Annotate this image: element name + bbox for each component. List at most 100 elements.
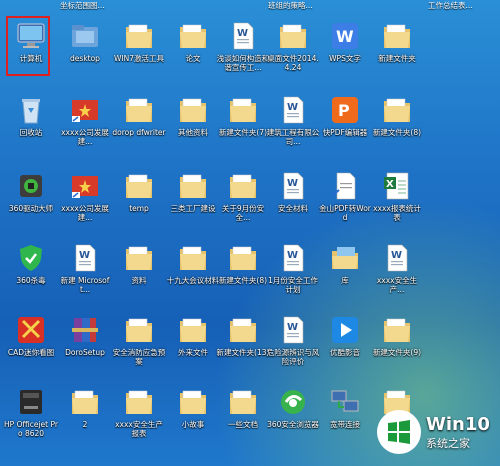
folder-icon <box>380 20 414 52</box>
desktop-icon-item[interactable]: W 危险源辨识与风险评价 <box>266 312 320 372</box>
folder-icon <box>226 242 260 274</box>
desktop-icon-label: 十九大会议材料 <box>166 276 220 285</box>
desktop-icon-item[interactable]: dorop dfwriter <box>112 92 166 152</box>
desktop-icon-label: 新建文件夹(8) <box>372 128 422 137</box>
desktop-icon-item[interactable]: W WPS文字 <box>318 18 372 78</box>
word-doc-icon: W <box>226 20 260 52</box>
browser-icon <box>276 386 310 418</box>
folder-icon <box>176 242 210 274</box>
svg-text:W: W <box>287 102 298 113</box>
desktop-icon-item[interactable]: W 浅谈如何构造和谐宣传工... <box>216 18 270 78</box>
folder-icon <box>276 20 310 52</box>
desktop-icon-label: 回收站 <box>19 128 43 137</box>
desktop-icon-label: 新建文件夹(8) <box>218 276 268 285</box>
desktop-icon-item[interactable]: DoroSetup <box>58 312 112 372</box>
partial-label-1: 坐标范围图... <box>60 1 105 10</box>
folder-icon <box>226 94 260 126</box>
desktop-icon-label: 三类工厂建设 <box>170 204 216 213</box>
desktop-icon-item[interactable]: 关于9月份安全... <box>216 168 270 228</box>
desktop-icon-item[interactable]: P 快PDF编辑器 <box>318 92 372 152</box>
desktop-icon-label: dorop dfwriter <box>112 128 166 137</box>
desktop-icon-item[interactable]: 论文 <box>166 18 220 78</box>
desktop-icon-item[interactable]: W 1月份安全工作计划 <box>266 240 320 300</box>
folder-icon <box>122 242 156 274</box>
desktop-icon-label: xxxx公司发展建... <box>61 204 109 222</box>
desktop-icon-item[interactable]: 2 <box>58 384 112 444</box>
desktop-icon-item[interactable]: HP Officejet Pro 8620 <box>4 384 58 444</box>
desktop-icon-item[interactable]: temp <box>112 168 166 228</box>
desktop-icon-item[interactable]: W 安全材料 <box>266 168 320 228</box>
desktop-icon-label: 一些文档 <box>228 420 258 429</box>
video-player-icon <box>328 314 362 346</box>
desktop-icon-item[interactable]: 宽带连接 <box>318 384 372 444</box>
desktop-icon-item[interactable]: 新建文件夹 <box>370 18 424 78</box>
svg-text:W: W <box>287 178 298 189</box>
desktop-icon-item[interactable]: 三类工厂建设 <box>166 168 220 228</box>
desktop-icon-item[interactable]: 一些文档 <box>216 384 270 444</box>
desktop-icon-item[interactable]: 资料 <box>112 240 166 300</box>
desktop-icon-item[interactable]: 新建文件夹(9) <box>370 312 424 372</box>
desktop-icon-item[interactable]: W 建筑工程有限公司... <box>266 92 320 152</box>
desktop-icon-item[interactable]: 十九大会议材料 <box>166 240 220 300</box>
desktop-icon-label: desktop <box>70 54 100 63</box>
desktop-icon-label: 2 <box>82 420 88 429</box>
desktop-icon-item[interactable]: 360安全浏览器 <box>266 384 320 444</box>
svg-text:P: P <box>338 101 350 120</box>
word-doc-icon: W <box>380 242 414 274</box>
desktop-icon-item[interactable]: 其他资料 <box>166 92 220 152</box>
desktop-icon-label: 库 <box>341 276 349 285</box>
desktop-icon-label: 论文 <box>185 54 201 63</box>
watermark: Win10 系统之家 <box>376 402 494 462</box>
desktop-icon-item[interactable]: Xxxxx报表统计表 <box>370 168 424 228</box>
desktop-icon-item[interactable]: 新建文件夹(8) <box>370 92 424 152</box>
desktop-icon-label: 安全材料 <box>278 204 308 213</box>
folder-icon <box>380 94 414 126</box>
desktop-icon-label: 桌面文件2014.4.24 <box>267 54 319 72</box>
folder-icon <box>122 94 156 126</box>
folder-icon <box>122 170 156 202</box>
cad-viewer-icon <box>14 314 48 346</box>
desktop-icon-item[interactable]: 桌面文件2014.4.24 <box>266 18 320 78</box>
desktop-icon-item[interactable]: desktop <box>58 18 112 78</box>
win10-logo-icon <box>377 410 421 454</box>
desktop-icon-item[interactable]: xxxx安全生产报表 <box>112 384 166 444</box>
desktop-icon-item[interactable]: 小故事 <box>166 384 220 444</box>
desktop-icon-label: 建筑工程有限公司... <box>266 128 320 146</box>
desktop-icon-item[interactable]: WIN7激活工具 <box>112 18 166 78</box>
desktop-icon-label: 浅谈如何构造和谐宣传工... <box>216 54 270 72</box>
desktop-area: 坐标范围图... 班组的策略... 工作总结表... 计算机 desktop WIN… <box>0 0 500 466</box>
desktop-icon-label: 新建 Microsoft... <box>60 276 110 294</box>
desktop-icon-item[interactable]: 优酷影音 <box>318 312 372 372</box>
desktop-icon-label: 金山PDF转Word <box>319 204 371 222</box>
desktop-icon-label: 危险源辨识与风险评价 <box>266 348 320 366</box>
desktop-icon-item[interactable]: CAD迷你看图 <box>4 312 58 372</box>
desktop-icon-label: 宽带连接 <box>330 420 360 429</box>
desktop-icon-item[interactable]: 360杀毒 <box>4 240 58 300</box>
desktop-icon-label: xxxx报表统计表 <box>373 204 421 222</box>
desktop-icon-item[interactable]: Wxxxx安全生产... <box>370 240 424 300</box>
partial-label-2: 班组的策略... <box>268 1 313 10</box>
svg-text:W: W <box>336 27 354 46</box>
folder-icon <box>122 20 156 52</box>
svg-text:W: W <box>391 250 402 261</box>
folder-icon <box>176 386 210 418</box>
desktop-icon-item[interactable]: 安全消防应急预案 <box>112 312 166 372</box>
desktop-icon-item[interactable]: 新建文件夹(13) <box>216 312 270 372</box>
desktop-icon-label: 优酷影音 <box>330 348 360 357</box>
desktop-icon-item[interactable]: 库 <box>318 240 372 300</box>
desktop-icon-item[interactable]: 回收站 <box>4 92 58 152</box>
desktop-icon-item[interactable]: 新建文件夹(7) <box>216 92 270 152</box>
desktop-icon-item[interactable]: 外来文件 <box>166 312 220 372</box>
pdf-to-word-icon <box>328 170 362 202</box>
desktop-icon-item[interactable]: W 新建 Microsoft... <box>58 240 112 300</box>
desktop-icon-item[interactable]: 计算机 <box>4 18 58 78</box>
desktop-icon-item[interactable]: 新建文件夹(8) <box>216 240 270 300</box>
desktop-icon-item[interactable]: 360驱动大师 <box>4 168 58 228</box>
desktop-icon-item[interactable]: 金山PDF转Word <box>318 168 372 228</box>
desktop-icon-item[interactable]: xxxx公司发展建... <box>58 168 112 228</box>
printer-icon <box>14 386 48 418</box>
desktop-icon-item[interactable]: xxxx公司发展建... <box>58 92 112 152</box>
word-doc-icon: W <box>68 242 102 274</box>
folder-icon <box>122 386 156 418</box>
svg-text:W: W <box>79 250 90 261</box>
